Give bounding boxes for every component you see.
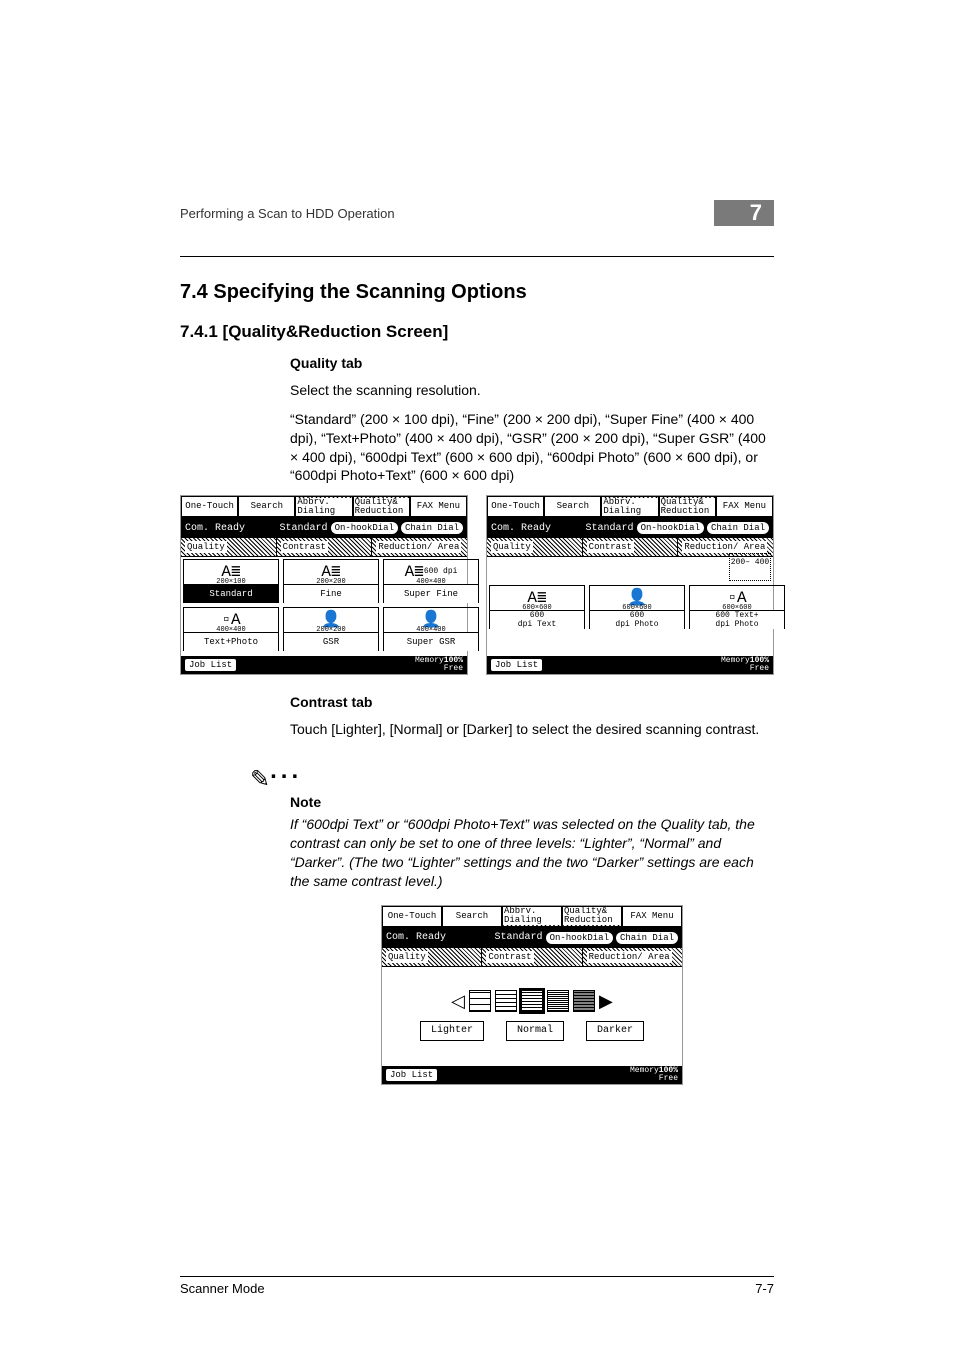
quality-tab-p1: Select the scanning resolution.: [290, 381, 774, 400]
col-quality[interactable]: Quality: [181, 538, 277, 556]
col-contrast[interactable]: Contrast: [277, 538, 373, 556]
tab-abbrv-dialing[interactable]: Abbrv. Dialing: [295, 496, 352, 518]
col-reduction[interactable]: Reduction/ Area: [583, 948, 682, 966]
contrast-tab-subhead: Contrast tab: [290, 693, 774, 712]
gsr-dpi: 200×200: [284, 626, 378, 635]
chain-dial-button[interactable]: Chain Dial: [707, 522, 769, 534]
onhook-dial-button[interactable]: On-hookDial: [331, 522, 398, 534]
tab-abbrv-dialing[interactable]: Abbrv. Dialing: [502, 906, 562, 928]
tab-fax-menu[interactable]: FAX Menu: [622, 906, 682, 928]
contrast-level-2[interactable]: [495, 990, 517, 1012]
note-body: If “600dpi Text” or “600dpi Photo+Text” …: [290, 815, 774, 891]
quality-gsr-button[interactable]: 👤 200×200 GSR: [283, 607, 379, 651]
chain-dial-button[interactable]: Chain Dial: [616, 932, 678, 944]
status-ready: Com. Ready: [386, 931, 446, 945]
subsection-heading: 7.4.1 [Quality&Reduction Screen]: [180, 322, 774, 342]
tab-abbrv-dialing[interactable]: Abbrv. Dialing: [601, 496, 658, 518]
tab-search[interactable]: Search: [238, 496, 295, 518]
contrast-level-4[interactable]: [547, 990, 569, 1012]
tab-quality-reduction[interactable]: Quality& Reduction: [659, 496, 716, 518]
note-pencil-icon: ✎...: [250, 755, 774, 796]
tab-one-touch[interactable]: One-Touch: [382, 906, 442, 928]
tab-quality-reduction[interactable]: Quality& Reduction: [562, 906, 622, 928]
status-ready: Com. Ready: [491, 522, 551, 536]
quality-tab-subhead: Quality tab: [290, 354, 774, 373]
tab-one-touch[interactable]: One-Touch: [487, 496, 544, 518]
tab-fax-menu[interactable]: FAX Menu: [716, 496, 773, 518]
quality-standard-button[interactable]: A≣ 200×100 Standard: [183, 559, 279, 603]
600-dpi: 600×600: [690, 604, 784, 613]
col-reduction[interactable]: Reduction/ Area: [372, 538, 467, 556]
lcd-quality-screenshot-2: One-Touch Search Abbrv. Dialing Quality&…: [486, 495, 774, 675]
col-contrast[interactable]: Contrast: [482, 948, 582, 966]
contrast-scale: ◁ ▶: [451, 989, 613, 1013]
header-rule: [180, 256, 774, 257]
footer-right: 7-7: [755, 1281, 774, 1296]
quality-600text-button[interactable]: A≣ 600×600 600 dpi Text: [489, 585, 585, 629]
quality-600textphoto-button[interactable]: ▫A 600×600 600 Text+ dpi Photo: [689, 585, 785, 629]
chapter-number-badge: 7: [714, 200, 774, 226]
status-standard: Standard: [495, 931, 543, 945]
col-contrast[interactable]: Contrast: [583, 538, 679, 556]
dark-arrow-icon: ▶: [599, 989, 613, 1013]
contrast-level-3-selected[interactable]: [521, 990, 543, 1012]
quality-600photo-button[interactable]: 👤 600×600 600 dpi Photo: [589, 585, 685, 629]
quality-textphoto-button[interactable]: ▫A 400×400 Text+Photo: [183, 607, 279, 651]
quality-fine-button[interactable]: A≣ 200×200 Fine: [283, 559, 379, 603]
fine-dpi: 200×200: [284, 578, 378, 587]
quality-tab-p2: “Standard” (200 × 100 dpi), “Fine” (200 …: [290, 410, 774, 486]
job-list-button[interactable]: Job List: [491, 659, 542, 671]
tab-fax-menu[interactable]: FAX Menu: [410, 496, 467, 518]
standard-dpi: 200×100: [184, 578, 278, 587]
back-200-400-button[interactable]: 200– 400: [729, 553, 771, 581]
tab-search[interactable]: Search: [442, 906, 502, 928]
normal-button[interactable]: Normal: [506, 1021, 564, 1041]
darker-button[interactable]: Darker: [586, 1021, 644, 1041]
col-quality[interactable]: Quality: [487, 538, 583, 556]
col-quality[interactable]: Quality: [382, 948, 482, 966]
tab-one-touch[interactable]: One-Touch: [181, 496, 238, 518]
supergsr-dpi: 400×400: [384, 626, 478, 635]
onhook-dial-button[interactable]: On-hookDial: [637, 522, 704, 534]
job-list-button[interactable]: Job List: [185, 659, 236, 671]
quality-supergsr-button[interactable]: 👤 400×400 Super GSR: [383, 607, 479, 651]
contrast-tab-p1: Touch [Lighter], [Normal] or [Darker] to…: [290, 720, 774, 739]
status-standard: Standard: [586, 522, 634, 536]
lcd-contrast-screenshot: One-Touch Search Abbrv. Dialing Quality&…: [381, 905, 683, 1085]
footer-left: Scanner Mode: [180, 1281, 265, 1296]
tab-quality-reduction[interactable]: Quality& Reduction: [353, 496, 410, 518]
status-ready: Com. Ready: [185, 522, 245, 536]
tab-search[interactable]: Search: [544, 496, 601, 518]
running-header: Performing a Scan to HDD Operation: [180, 206, 395, 221]
600-dpi: 600×600: [490, 604, 584, 613]
lighter-button[interactable]: Lighter: [420, 1021, 484, 1041]
600-dpi: 600×600: [590, 604, 684, 613]
quality-superfine-button[interactable]: A≣ 600 dpi 400×400 Super Fine: [383, 559, 479, 603]
status-standard: Standard: [280, 522, 328, 536]
lcd-quality-screenshot-1: One-Touch Search Abbrv. Dialing Quality&…: [180, 495, 468, 675]
textphoto-dpi: 400×400: [184, 626, 278, 635]
section-heading: 7.4 Specifying the Scanning Options: [180, 281, 774, 304]
chain-dial-button[interactable]: Chain Dial: [401, 522, 463, 534]
contrast-level-1[interactable]: [469, 990, 491, 1012]
job-list-button[interactable]: Job List: [386, 1069, 437, 1081]
note-title: Note: [290, 793, 774, 812]
onhook-dial-button[interactable]: On-hookDial: [546, 932, 613, 944]
contrast-level-5[interactable]: [573, 990, 595, 1012]
superfine-dpi: 400×400: [384, 578, 478, 587]
light-arrow-icon: ◁: [451, 989, 465, 1013]
